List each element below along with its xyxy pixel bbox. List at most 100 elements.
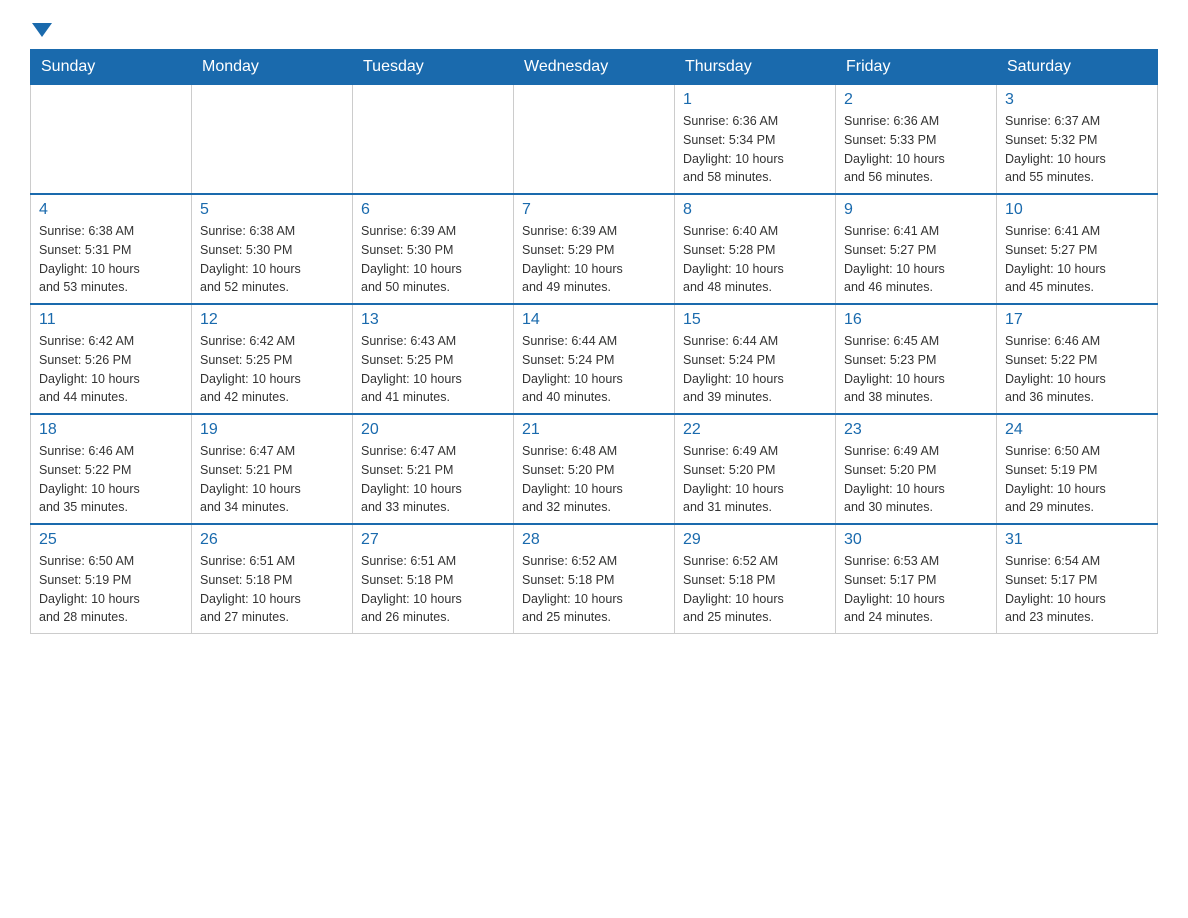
calendar-cell: 11 Sunrise: 6:42 AMSunset: 5:26 PMDayligh… — [31, 304, 192, 414]
calendar-cell: 7 Sunrise: 6:39 AMSunset: 5:29 PMDaylight… — [514, 194, 675, 304]
day-number: 26 — [200, 531, 344, 549]
day-number: 3 — [1005, 91, 1149, 109]
day-info: Sunrise: 6:39 AMSunset: 5:29 PMDaylight:… — [522, 222, 666, 297]
calendar-cell: 9 Sunrise: 6:41 AMSunset: 5:27 PMDaylight… — [836, 194, 997, 304]
calendar-cell: 1 Sunrise: 6:36 AMSunset: 5:34 PMDaylight… — [675, 85, 836, 195]
calendar-cell: 18 Sunrise: 6:46 AMSunset: 5:22 PMDayligh… — [31, 414, 192, 524]
day-number: 1 — [683, 91, 827, 109]
day-info: Sunrise: 6:52 AMSunset: 5:18 PMDaylight:… — [683, 552, 827, 627]
calendar-cell: 2Sunrise: 6:36 AMSunset: 5:33 PMDaylight… — [836, 85, 997, 195]
calendar-cell — [353, 85, 514, 195]
day-number: 20 — [361, 421, 505, 439]
day-info: Sunrise: 6:52 AMSunset: 5:18 PMDaylight:… — [522, 552, 666, 627]
column-header-friday: Friday — [836, 50, 997, 85]
day-number: 27 — [361, 531, 505, 549]
day-number: 22 — [683, 421, 827, 439]
day-number: 30 — [844, 531, 988, 549]
day-number: 16 — [844, 311, 988, 329]
day-info: Sunrise: 6:41 AMSunset: 5:27 PMDaylight:… — [1005, 222, 1149, 297]
day-info: Sunrise: 6:38 AMSunset: 5:31 PMDaylight:… — [39, 222, 183, 297]
calendar-cell: 15 Sunrise: 6:44 AMSunset: 5:24 PMDayligh… — [675, 304, 836, 414]
day-number: 9 — [844, 201, 988, 219]
calendar-week-row: 1 Sunrise: 6:36 AMSunset: 5:34 PMDaylight… — [31, 85, 1158, 195]
day-number: 7 — [522, 201, 666, 219]
day-info: Sunrise: 6:37 AMSunset: 5:32 PMDaylight:… — [1005, 112, 1149, 187]
day-number: 31 — [1005, 531, 1149, 549]
day-number: 6 — [361, 201, 505, 219]
day-info: Sunrise: 6:46 AMSunset: 5:22 PMDaylight:… — [1005, 332, 1149, 407]
day-info: Sunrise: 6:49 AMSunset: 5:20 PMDaylight:… — [683, 442, 827, 517]
day-number: 21 — [522, 421, 666, 439]
day-info: Sunrise: 6:43 AMSunset: 5:25 PMDaylight:… — [361, 332, 505, 407]
day-number: 15 — [683, 311, 827, 329]
day-number: 13 — [361, 311, 505, 329]
day-number: 24 — [1005, 421, 1149, 439]
calendar-cell: 17 Sunrise: 6:46 AMSunset: 5:22 PMDayligh… — [997, 304, 1158, 414]
column-header-saturday: Saturday — [997, 50, 1158, 85]
day-number: 19 — [200, 421, 344, 439]
day-info: Sunrise: 6:38 AMSunset: 5:30 PMDaylight:… — [200, 222, 344, 297]
day-number: 10 — [1005, 201, 1149, 219]
calendar-cell: 16 Sunrise: 6:45 AMSunset: 5:23 PMDayligh… — [836, 304, 997, 414]
calendar-cell: 8 Sunrise: 6:40 AMSunset: 5:28 PMDaylight… — [675, 194, 836, 304]
calendar-cell: 26 Sunrise: 6:51 AMSunset: 5:18 PMDayligh… — [192, 524, 353, 634]
calendar-cell: 19 Sunrise: 6:47 AMSunset: 5:21 PMDayligh… — [192, 414, 353, 524]
calendar-week-row: 25Sunrise: 6:50 AMSunset: 5:19 PMDayligh… — [31, 524, 1158, 634]
calendar-cell: 27 Sunrise: 6:51 AMSunset: 5:18 PMDayligh… — [353, 524, 514, 634]
day-number: 23 — [844, 421, 988, 439]
calendar-week-row: 11 Sunrise: 6:42 AMSunset: 5:26 PMDayligh… — [31, 304, 1158, 414]
calendar-cell — [514, 85, 675, 195]
day-info: Sunrise: 6:49 AMSunset: 5:20 PMDaylight:… — [844, 442, 988, 517]
day-info: Sunrise: 6:51 AMSunset: 5:18 PMDaylight:… — [200, 552, 344, 627]
day-info: Sunrise: 6:36 AMSunset: 5:34 PMDaylight:… — [683, 112, 827, 187]
calendar-header-row: SundayMondayTuesdayWednesdayThursdayFrid… — [31, 50, 1158, 85]
calendar-cell: 31Sunrise: 6:54 AMSunset: 5:17 PMDayligh… — [997, 524, 1158, 634]
column-header-thursday: Thursday — [675, 50, 836, 85]
day-info: Sunrise: 6:48 AMSunset: 5:20 PMDaylight:… — [522, 442, 666, 517]
day-number: 18 — [39, 421, 183, 439]
logo-triangle-icon — [32, 23, 52, 37]
page-header — [30, 20, 1158, 39]
calendar-cell: 5Sunrise: 6:38 AMSunset: 5:30 PMDaylight… — [192, 194, 353, 304]
day-info: Sunrise: 6:47 AMSunset: 5:21 PMDaylight:… — [361, 442, 505, 517]
day-info: Sunrise: 6:44 AMSunset: 5:24 PMDaylight:… — [683, 332, 827, 407]
day-number: 14 — [522, 311, 666, 329]
day-info: Sunrise: 6:50 AMSunset: 5:19 PMDaylight:… — [1005, 442, 1149, 517]
calendar-cell: 30 Sunrise: 6:53 AMSunset: 5:17 PMDayligh… — [836, 524, 997, 634]
column-header-wednesday: Wednesday — [514, 50, 675, 85]
calendar-cell: 10 Sunrise: 6:41 AMSunset: 5:27 PMDayligh… — [997, 194, 1158, 304]
calendar-cell: 29 Sunrise: 6:52 AMSunset: 5:18 PMDayligh… — [675, 524, 836, 634]
calendar-table: SundayMondayTuesdayWednesdayThursdayFrid… — [30, 49, 1158, 634]
calendar-cell: 4 Sunrise: 6:38 AMSunset: 5:31 PMDaylight… — [31, 194, 192, 304]
calendar-cell: 25Sunrise: 6:50 AMSunset: 5:19 PMDayligh… — [31, 524, 192, 634]
day-number: 8 — [683, 201, 827, 219]
day-info: Sunrise: 6:45 AMSunset: 5:23 PMDaylight:… — [844, 332, 988, 407]
calendar-cell: 3 Sunrise: 6:37 AMSunset: 5:32 PMDaylight… — [997, 85, 1158, 195]
day-info: Sunrise: 6:46 AMSunset: 5:22 PMDaylight:… — [39, 442, 183, 517]
day-info: Sunrise: 6:40 AMSunset: 5:28 PMDaylight:… — [683, 222, 827, 297]
calendar-cell: 22 Sunrise: 6:49 AMSunset: 5:20 PMDayligh… — [675, 414, 836, 524]
day-number: 12 — [200, 311, 344, 329]
calendar-cell: 6 Sunrise: 6:39 AMSunset: 5:30 PMDaylight… — [353, 194, 514, 304]
day-number: 29 — [683, 531, 827, 549]
calendar-cell — [192, 85, 353, 195]
logo — [30, 20, 52, 39]
calendar-cell: 28Sunrise: 6:52 AMSunset: 5:18 PMDayligh… — [514, 524, 675, 634]
day-info: Sunrise: 6:53 AMSunset: 5:17 PMDaylight:… — [844, 552, 988, 627]
day-info: Sunrise: 6:47 AMSunset: 5:21 PMDaylight:… — [200, 442, 344, 517]
day-number: 11 — [39, 311, 183, 329]
column-header-sunday: Sunday — [31, 50, 192, 85]
calendar-cell: 24 Sunrise: 6:50 AMSunset: 5:19 PMDayligh… — [997, 414, 1158, 524]
column-header-tuesday: Tuesday — [353, 50, 514, 85]
day-info: Sunrise: 6:41 AMSunset: 5:27 PMDaylight:… — [844, 222, 988, 297]
day-info: Sunrise: 6:39 AMSunset: 5:30 PMDaylight:… — [361, 222, 505, 297]
day-number: 17 — [1005, 311, 1149, 329]
day-info: Sunrise: 6:50 AMSunset: 5:19 PMDaylight:… — [39, 552, 183, 627]
day-info: Sunrise: 6:51 AMSunset: 5:18 PMDaylight:… — [361, 552, 505, 627]
calendar-cell: 13 Sunrise: 6:43 AMSunset: 5:25 PMDayligh… — [353, 304, 514, 414]
day-info: Sunrise: 6:42 AMSunset: 5:26 PMDaylight:… — [39, 332, 183, 407]
day-number: 4 — [39, 201, 183, 219]
column-header-monday: Monday — [192, 50, 353, 85]
calendar-cell — [31, 85, 192, 195]
calendar-cell: 23 Sunrise: 6:49 AMSunset: 5:20 PMDayligh… — [836, 414, 997, 524]
